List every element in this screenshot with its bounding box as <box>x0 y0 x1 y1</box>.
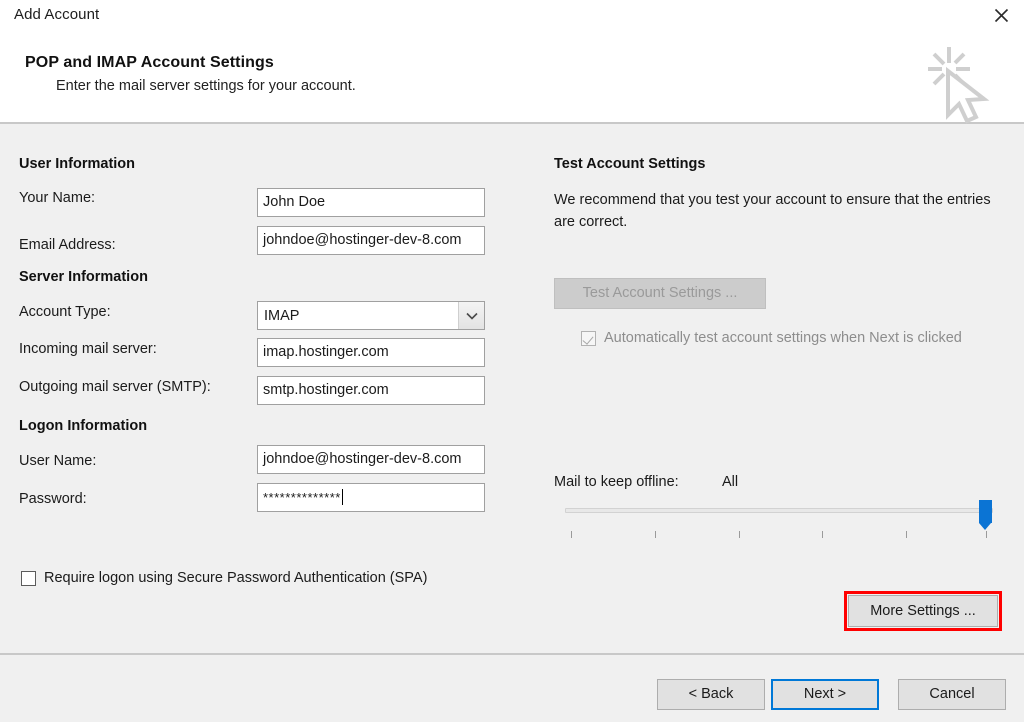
password-value: ************** <box>263 490 341 505</box>
auto-test-checkbox[interactable] <box>581 331 596 346</box>
dialog-header: POP and IMAP Account Settings Enter the … <box>0 31 1024 124</box>
mail-offline-value: All <box>722 474 738 490</box>
slider-tick <box>986 531 987 538</box>
auto-test-label: Automatically test account settings when… <box>604 329 962 348</box>
back-button[interactable]: < Back <box>657 679 765 710</box>
user-information-heading: User Information <box>19 156 135 172</box>
email-address-input[interactable]: johndoe@hostinger-dev-8.com <box>257 226 485 255</box>
your-name-label: Your Name: <box>19 190 95 206</box>
slider-tick <box>822 531 823 538</box>
mail-offline-slider[interactable] <box>554 498 1006 546</box>
password-label: Password: <box>19 491 87 507</box>
slider-track[interactable] <box>565 508 993 513</box>
email-address-label: Email Address: <box>19 237 116 253</box>
dialog-footer: < Back Next > Cancel <box>0 653 1024 722</box>
incoming-mail-server-input[interactable]: imap.hostinger.com <box>257 338 485 367</box>
test-account-settings-button[interactable]: Test Account Settings ... <box>554 278 766 309</box>
require-spa-checkbox-row[interactable]: Require logon using Secure Password Auth… <box>21 569 481 588</box>
your-name-input[interactable]: John Doe <box>257 188 485 217</box>
close-icon <box>993 7 1010 24</box>
add-account-dialog: Add Account POP and IMAP Account Setting… <box>0 0 1024 722</box>
account-type-label: Account Type: <box>19 304 111 320</box>
window-title: Add Account <box>14 6 99 23</box>
text-caret <box>342 489 343 505</box>
page-title: POP and IMAP Account Settings <box>25 54 274 72</box>
more-settings-button[interactable]: More Settings ... <box>848 595 998 627</box>
title-bar: Add Account <box>0 0 1024 31</box>
dialog-body: User Information Your Name: John Doe Ema… <box>0 126 1024 653</box>
close-button[interactable] <box>978 0 1024 31</box>
test-account-settings-heading: Test Account Settings <box>554 156 705 172</box>
cursor-sparkle-icon <box>908 31 1004 127</box>
page-subtitle: Enter the mail server settings for your … <box>56 78 356 94</box>
slider-tick <box>571 531 572 538</box>
outgoing-mail-server-label: Outgoing mail server (SMTP): <box>19 379 211 395</box>
user-name-label: User Name: <box>19 453 96 469</box>
require-spa-checkbox[interactable] <box>21 571 36 586</box>
slider-thumb[interactable] <box>979 500 992 523</box>
slider-tick <box>655 531 656 538</box>
require-spa-label: Require logon using Secure Password Auth… <box>44 569 427 588</box>
slider-tick <box>739 531 740 538</box>
test-account-description: We recommend that you test your account … <box>554 189 1006 233</box>
incoming-mail-server-label: Incoming mail server: <box>19 341 157 357</box>
auto-test-checkbox-row[interactable]: Automatically test account settings when… <box>581 329 1001 348</box>
mail-offline-label: Mail to keep offline: <box>554 474 679 490</box>
server-information-heading: Server Information <box>19 269 148 285</box>
chevron-down-icon[interactable] <box>458 302 484 329</box>
logon-information-heading: Logon Information <box>19 418 147 434</box>
account-type-value: IMAP <box>258 308 458 324</box>
cancel-button[interactable]: Cancel <box>898 679 1006 710</box>
outgoing-mail-server-input[interactable]: smtp.hostinger.com <box>257 376 485 405</box>
next-button[interactable]: Next > <box>771 679 879 710</box>
slider-tick <box>906 531 907 538</box>
account-type-select[interactable]: IMAP <box>257 301 485 330</box>
user-name-input[interactable]: johndoe@hostinger-dev-8.com <box>257 445 485 474</box>
password-input[interactable]: ************** <box>257 483 485 512</box>
